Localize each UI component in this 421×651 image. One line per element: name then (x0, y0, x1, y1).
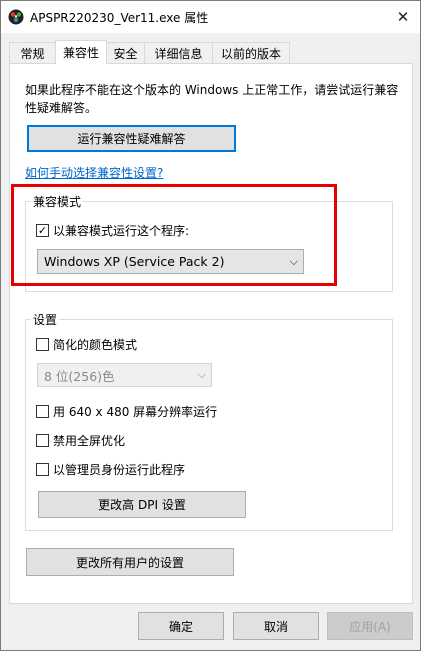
os-version-value: Windows XP (Service Pack 2) (44, 254, 225, 269)
apply-button: 应用(A) (327, 612, 413, 640)
resolution-label: 用 640 x 480 屏幕分辨率运行 (53, 405, 218, 419)
chevron-down-icon: ⌵ (289, 254, 298, 268)
admin-row[interactable]: 以管理员身份运行此程序 (36, 461, 185, 478)
compat-mode-label: 以兼容模式运行这个程序: (53, 224, 190, 238)
compat-mode-checkbox[interactable]: ✓ (36, 224, 49, 237)
os-version-select[interactable]: Windows XP (Service Pack 2) ⌵ (37, 249, 304, 274)
compatibility-panel: 如果此程序不能在这个版本的 Windows 上正常工作，请尝试运行兼容性疑难解答… (9, 63, 413, 604)
admin-label: 以管理员身份运行此程序 (53, 463, 186, 477)
chevron-down-icon: ⌵ (197, 368, 206, 381)
app-icon (8, 9, 24, 25)
cancel-button[interactable]: 取消 (233, 612, 319, 640)
reduced-color-label: 简化的颜色模式 (53, 338, 138, 352)
compat-mode-title: 兼容模式 (31, 193, 84, 210)
tab-general[interactable]: 常规 (9, 42, 56, 63)
resolution-row[interactable]: 用 640 x 480 屏幕分辨率运行 (36, 403, 217, 420)
properties-window: APSPR220230_Ver11.exe 属性 ✕ 常规 兼容性 安全 详细信… (0, 0, 421, 651)
reduced-color-row[interactable]: 简化的颜色模式 (36, 336, 137, 353)
troubleshoot-button[interactable]: 运行兼容性疑难解答 (27, 125, 236, 152)
title-bar[interactable]: APSPR220230_Ver11.exe 属性 ✕ (1, 1, 420, 33)
window-title: APSPR220230_Ver11.exe 属性 (30, 11, 209, 25)
color-depth-value: 8 位(256)色 (44, 368, 115, 384)
all-users-settings-button[interactable]: 更改所有用户的设置 (26, 548, 234, 576)
fullscreen-checkbox[interactable] (36, 434, 49, 447)
tab-previous-versions[interactable]: 以前的版本 (212, 42, 290, 63)
tab-details[interactable]: 详细信息 (144, 42, 213, 63)
reduced-color-checkbox[interactable] (36, 338, 49, 351)
color-depth-select: 8 位(256)色 ⌵ (37, 363, 212, 387)
settings-title: 设置 (31, 311, 60, 328)
ok-button[interactable]: 确定 (138, 612, 224, 640)
close-icon: ✕ (396, 8, 410, 26)
dpi-settings-button[interactable]: 更改高 DPI 设置 (38, 491, 246, 518)
tab-security[interactable]: 安全 (106, 42, 145, 63)
admin-checkbox[interactable] (36, 463, 49, 476)
compat-description: 如果此程序不能在这个版本的 Windows 上正常工作，请尝试运行兼容性疑难解答… (25, 83, 399, 115)
resolution-checkbox[interactable] (36, 405, 49, 418)
fullscreen-label: 禁用全屏优化 (53, 434, 126, 448)
settings-group: 设置 简化的颜色模式 8 位(256)色 ⌵ 用 640 x 480 屏幕分辨率… (25, 311, 393, 531)
close-button[interactable]: ✕ (386, 1, 420, 33)
manual-settings-link[interactable]: 如何手动选择兼容性设置? (25, 164, 163, 181)
fullscreen-row[interactable]: 禁用全屏优化 (36, 432, 125, 449)
compat-mode-group: 兼容模式 ✓ 以兼容模式运行这个程序: Windows XP (Service … (25, 193, 393, 292)
tab-compatibility[interactable]: 兼容性 (55, 40, 107, 64)
compat-mode-row[interactable]: ✓ 以兼容模式运行这个程序: (36, 222, 189, 239)
